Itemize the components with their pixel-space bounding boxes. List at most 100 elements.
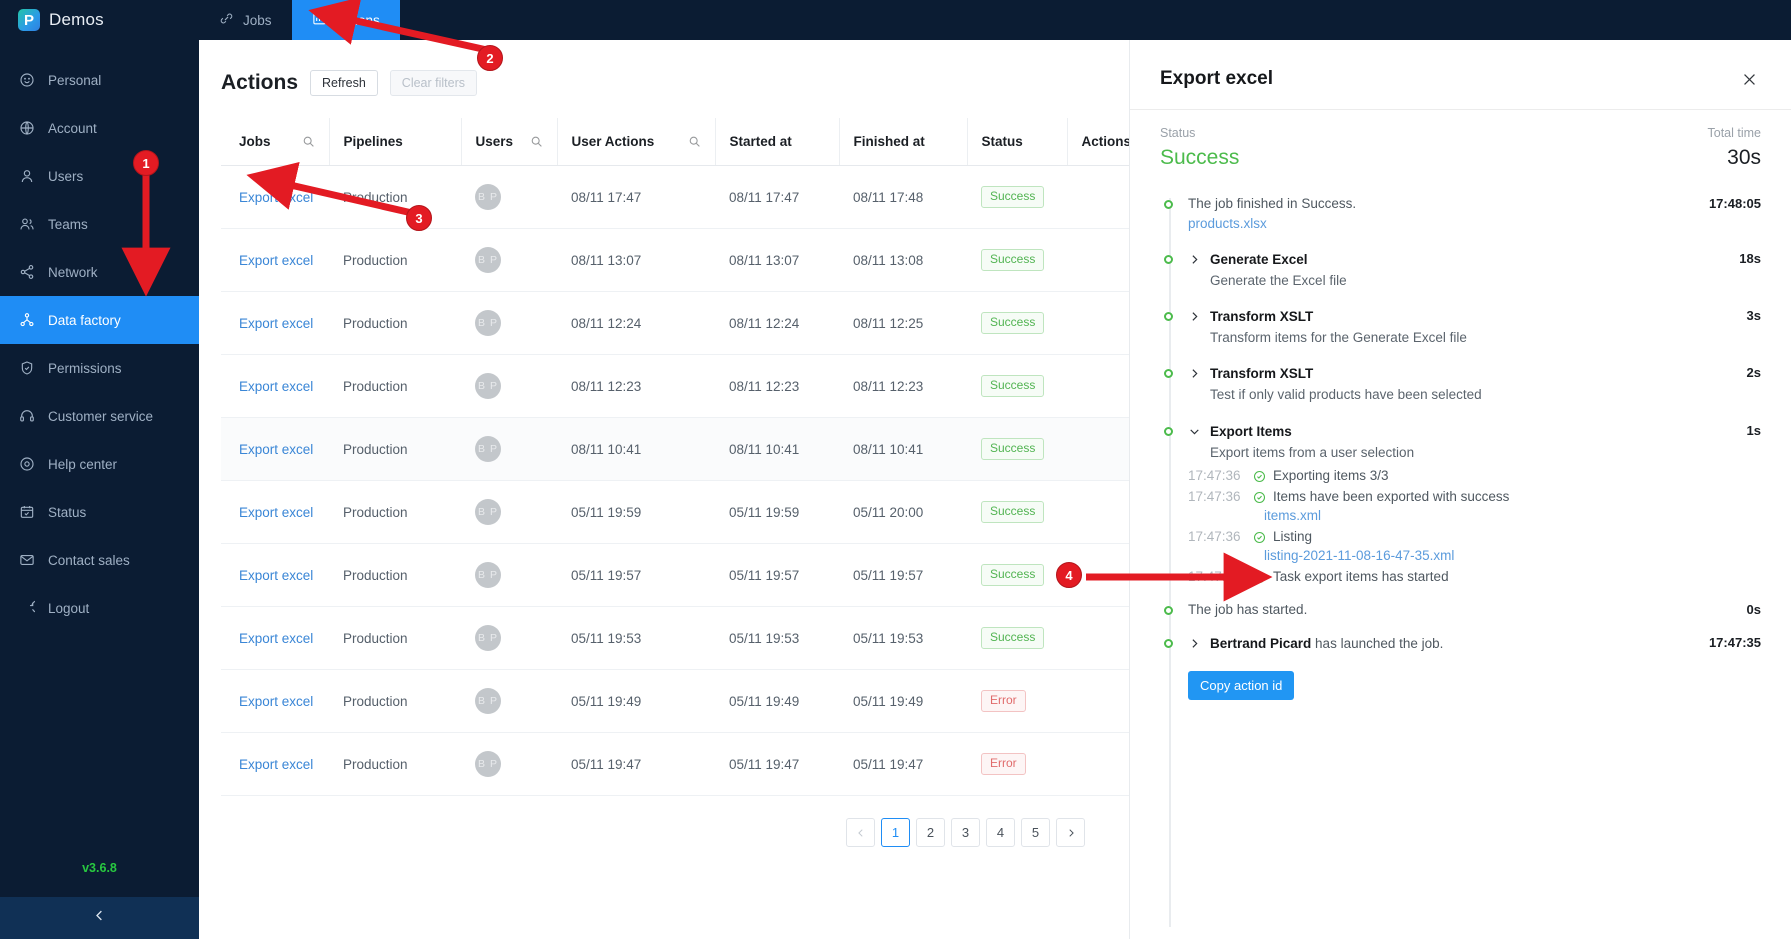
- pagination-page-1[interactable]: 1: [881, 818, 910, 847]
- chevron-right-icon[interactable]: [1188, 637, 1201, 650]
- search-icon[interactable]: [302, 135, 315, 148]
- sidebar-item-account[interactable]: Account: [0, 104, 199, 152]
- status-badge: Error: [981, 690, 1026, 712]
- column-header-user-actions[interactable]: User Actions: [557, 118, 715, 166]
- sidebar-item-logout[interactable]: Logout: [0, 584, 199, 632]
- job-link[interactable]: Export excel: [239, 757, 313, 772]
- table-row[interactable]: Export excelProductionB P08/11 13:0708/1…: [221, 229, 1129, 292]
- cell-started-at: 05/11 19:57: [715, 544, 839, 607]
- refresh-button[interactable]: Refresh: [310, 70, 378, 96]
- chevron-right-icon[interactable]: [1188, 310, 1201, 323]
- column-header-pipelines[interactable]: Pipelines: [329, 118, 461, 166]
- sidebar-item-teams[interactable]: Teams: [0, 200, 199, 248]
- brand[interactable]: P Demos: [0, 0, 199, 40]
- timeline-file-link[interactable]: products.xlsx: [1188, 216, 1267, 231]
- timeline-step[interactable]: Transform XSLTTest if only valid product…: [1174, 365, 1761, 404]
- log-file-link[interactable]: listing-2021-11-08-16-47-35.xml: [1188, 548, 1737, 563]
- table-row[interactable]: Export excelProductionB P05/11 19:5305/1…: [221, 607, 1129, 670]
- pagination-page-3[interactable]: 3: [951, 818, 980, 847]
- sidebar-item-label: Status: [48, 505, 86, 520]
- table-body: Export excelProductionB P08/11 17:4708/1…: [221, 166, 1129, 796]
- timeline-step-description: Transform items for the Generate Excel f…: [1188, 329, 1488, 347]
- job-link[interactable]: Export excel: [239, 253, 313, 268]
- page-title: Actions: [221, 71, 298, 95]
- timeline-step-name: Bertrand Picard: [1210, 636, 1311, 651]
- cell-user: B P: [461, 229, 557, 292]
- sidebar-item-label: Contact sales: [48, 553, 130, 568]
- status-badge: Success: [981, 375, 1044, 397]
- tab-actions[interactable]: Actions: [292, 0, 400, 40]
- job-link[interactable]: Export excel: [239, 190, 313, 205]
- job-link[interactable]: Export excel: [239, 694, 313, 709]
- chevron-right-icon[interactable]: [1188, 253, 1201, 266]
- globe-icon: [18, 120, 35, 137]
- timeline-step-suffix: has launched the job.: [1311, 636, 1443, 651]
- job-link[interactable]: Export excel: [239, 316, 313, 331]
- sidebar-item-users[interactable]: Users: [0, 152, 199, 200]
- timeline-step[interactable]: Export ItemsExport items from a user sel…: [1174, 423, 1761, 584]
- content-area: Actions Refresh Clear filters Jobs: [199, 40, 1791, 939]
- pagination-next[interactable]: [1056, 818, 1085, 847]
- job-link[interactable]: Export excel: [239, 631, 313, 646]
- column-header-jobs[interactable]: Jobs: [221, 118, 329, 166]
- tab-jobs[interactable]: Jobs: [199, 0, 292, 40]
- column-header-finished-at[interactable]: Finished at: [839, 118, 967, 166]
- sidebar-item-permissions[interactable]: Permissions: [0, 344, 199, 392]
- cell-user: B P: [461, 607, 557, 670]
- clear-filters-button: Clear filters: [390, 70, 477, 96]
- table-row[interactable]: Export excelProductionB P08/11 10:4108/1…: [221, 418, 1129, 481]
- search-icon[interactable]: [688, 135, 701, 148]
- log-file-link[interactable]: items.xml: [1188, 508, 1737, 523]
- table-row[interactable]: Export excelProductionB P05/11 19:4905/1…: [221, 670, 1129, 733]
- timeline-step[interactable]: Generate ExcelGenerate the Excel file18s: [1174, 251, 1761, 290]
- timeline-time: 18s: [1729, 251, 1761, 266]
- close-icon[interactable]: [1738, 68, 1761, 91]
- sidebar-item-network[interactable]: Network: [0, 248, 199, 296]
- job-link[interactable]: Export excel: [239, 505, 313, 520]
- pagination-page-4[interactable]: 4: [986, 818, 1015, 847]
- sidebar-item-customer-service[interactable]: Customer service: [0, 392, 199, 440]
- cell-status: Success: [967, 607, 1067, 670]
- chevron-right-icon[interactable]: [1188, 367, 1201, 380]
- column-header-actions[interactable]: Actions: [1067, 118, 1129, 166]
- avatar: B P: [475, 625, 501, 651]
- timeline-dot: [1164, 427, 1173, 436]
- table-row[interactable]: Export excelProductionB P08/11 17:4708/1…: [221, 166, 1129, 229]
- sidebar-collapse-button[interactable]: [0, 897, 199, 939]
- table-row[interactable]: Export excelProductionB P05/11 19:5905/1…: [221, 481, 1129, 544]
- cell-pipeline: Production: [329, 544, 461, 607]
- share-icon: [18, 264, 35, 281]
- timeline-dot: [1164, 606, 1173, 615]
- sidebar-item-status[interactable]: Status: [0, 488, 199, 536]
- search-icon[interactable]: [530, 135, 543, 148]
- table-row[interactable]: Export excelProductionB P05/11 19:5705/1…: [221, 544, 1129, 607]
- timeline-step[interactable]: Bertrand Picard has launched the job.17:…: [1174, 635, 1761, 653]
- sidebar-item-personal[interactable]: Personal: [0, 56, 199, 104]
- sidebar-item-help-center[interactable]: Help center: [0, 440, 199, 488]
- user-icon: [18, 168, 35, 185]
- table-row[interactable]: Export excelProductionB P05/11 19:4705/1…: [221, 733, 1129, 796]
- pagination-prev[interactable]: [846, 818, 875, 847]
- job-link[interactable]: Export excel: [239, 568, 313, 583]
- timeline-time: 2s: [1737, 365, 1761, 380]
- table-row[interactable]: Export excelProductionB P08/11 12:2308/1…: [221, 355, 1129, 418]
- column-header-status[interactable]: Status: [967, 118, 1067, 166]
- chevron-down-icon[interactable]: [1188, 425, 1201, 438]
- sidebar-item-contact-sales[interactable]: Contact sales: [0, 536, 199, 584]
- cell-user-action: 05/11 19:49: [557, 670, 715, 733]
- pagination-page-2[interactable]: 2: [916, 818, 945, 847]
- column-header-started-at[interactable]: Started at: [715, 118, 839, 166]
- column-header-users[interactable]: Users: [461, 118, 557, 166]
- table-row[interactable]: Export excelProductionB P08/11 12:2408/1…: [221, 292, 1129, 355]
- cell-actions: [1067, 166, 1129, 229]
- cell-user-action: 08/11 12:24: [557, 292, 715, 355]
- sidebar-item-label: Users: [48, 169, 83, 184]
- pagination-page-5[interactable]: 5: [1021, 818, 1050, 847]
- copy-action-id-button[interactable]: Copy action id: [1188, 671, 1294, 700]
- timeline-step[interactable]: Transform XSLTTransform items for the Ge…: [1174, 308, 1761, 347]
- log-time: 17:47:36: [1188, 529, 1246, 544]
- sidebar-item-data-factory[interactable]: Data factory: [0, 296, 199, 344]
- cell-started-at: 05/11 19:53: [715, 607, 839, 670]
- job-link[interactable]: Export excel: [239, 379, 313, 394]
- job-link[interactable]: Export excel: [239, 442, 313, 457]
